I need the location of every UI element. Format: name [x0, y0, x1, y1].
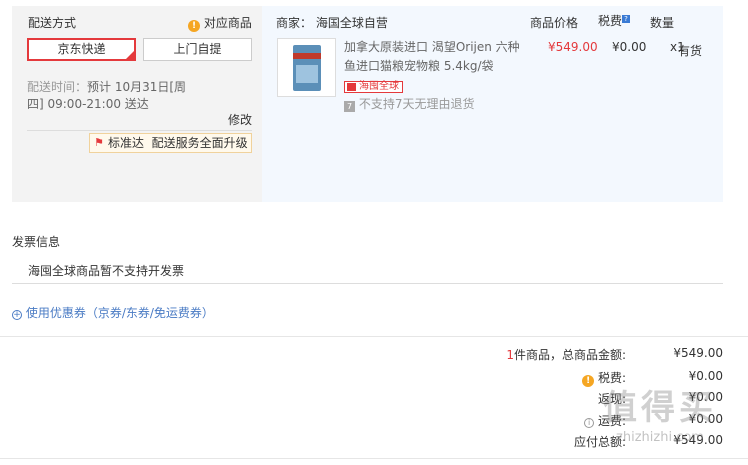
option-pickup-button[interactable]: 上门自提: [143, 38, 252, 61]
goods-count-line: 1件商品，总商品金额:: [480, 346, 626, 363]
option-jd-express-label: 京东快递: [57, 42, 106, 56]
stock-status-text: 有货: [677, 44, 702, 58]
info-icon: !: [188, 20, 200, 32]
match-products-link[interactable]: ! 对应商品: [188, 14, 252, 32]
match-products-label: 对应商品: [203, 16, 252, 30]
cat-food-bag-icon: [293, 45, 321, 91]
col-qty: 数量: [650, 16, 675, 30]
invoice-note: 海囤全球商品暂不支持开发票: [28, 264, 185, 278]
product-name-link[interactable]: 加拿大原装进口 渴望Orijen 六种鱼进口猫粮宠物粮 5.4kg/袋: [344, 38, 522, 76]
order-items-panel: [262, 6, 723, 202]
badge-text: 配送服务全面升级: [151, 136, 248, 150]
invoice-title: 发票信息: [12, 235, 61, 249]
no-return-text: 不支持7天无理由退货: [358, 97, 475, 111]
divider: [27, 130, 252, 131]
seller-name: 海国全球自营: [315, 16, 388, 30]
shipping-line: i 运费:: [540, 412, 626, 429]
plus-icon: +: [12, 310, 22, 320]
use-coupon-toggle[interactable]: + 使用优惠券（京券/东券/免运费券）: [12, 304, 214, 321]
col-tax-label: 税费: [598, 14, 623, 28]
delivery-title: 配送方式: [28, 16, 77, 30]
goods-count: 1: [506, 348, 514, 362]
goods-total: ¥549.00: [673, 346, 723, 360]
goods-count-label: 件商品，总商品金额:: [513, 348, 626, 362]
col-tax: 税费?: [598, 12, 631, 29]
tax-label: 税费:: [597, 371, 626, 385]
badge-label: 标准达: [108, 136, 145, 150]
cashback-label: 返现:: [597, 392, 626, 406]
seller-line: 商家： 海国全球自营: [276, 14, 388, 31]
edit-delivery-link[interactable]: 修改: [228, 111, 252, 128]
delivery-time: 配送时间：预计 10月31日[周四] 09:00-21:00 送达: [27, 79, 197, 113]
cashback-value: ¥0.00: [688, 390, 723, 404]
no-return-note: 7 不支持7天无理由退货: [344, 95, 474, 112]
info-circle-icon[interactable]: i: [584, 418, 595, 428]
shipping-value: ¥0.00: [688, 412, 723, 426]
use-coupon-label: 使用优惠券（京券/东券/免运费券）: [25, 306, 214, 320]
no-return-icon: 7: [344, 101, 355, 112]
tax-total: ¥0.00: [688, 369, 723, 383]
info-icon[interactable]: !: [582, 375, 595, 387]
haitun-tag: 海囤全球: [344, 81, 403, 93]
divider: [0, 336, 748, 337]
standard-delivery-badge: 标准达 配送服务全面升级: [89, 133, 252, 153]
shipping-label: 运费:: [597, 414, 626, 428]
seller-label: 商家：: [276, 16, 313, 30]
divider: [0, 458, 748, 459]
help-icon[interactable]: ?: [622, 15, 631, 23]
stock-status: 有货: [526, 42, 702, 61]
col-price: 商品价格: [530, 16, 579, 30]
delivery-time-label: 配送时间：: [27, 80, 88, 94]
tax-line: ! 税费:: [540, 369, 626, 387]
divider: [12, 283, 723, 284]
product-image[interactable]: [277, 38, 336, 97]
option-jd-express-button[interactable]: 京东快递: [27, 38, 136, 61]
option-pickup-label: 上门自提: [173, 42, 222, 56]
payable-label: 应付总额:: [573, 435, 626, 449]
selected-check-icon: [126, 51, 134, 59]
payable-value: ¥549.00: [673, 433, 723, 447]
